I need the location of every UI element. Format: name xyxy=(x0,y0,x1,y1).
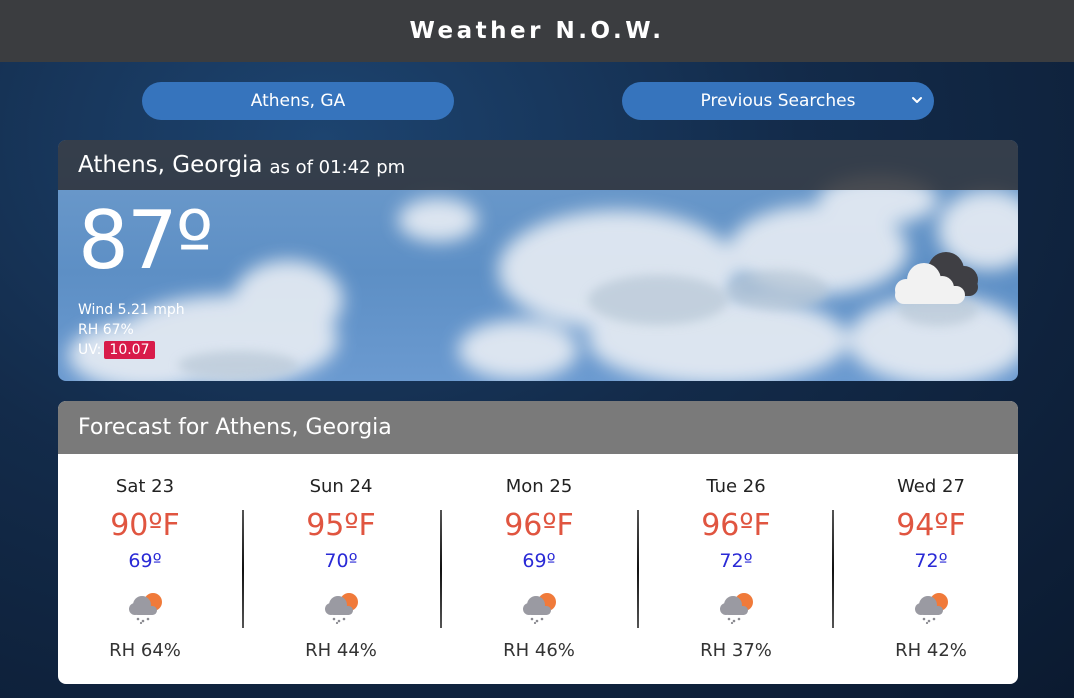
current-stats: Wind 5.21 mph RH 67% UV: 10.07 xyxy=(78,300,185,360)
app-title: Weather N.O.W. xyxy=(409,18,665,44)
forecast-day-name: Tue 26 xyxy=(706,476,766,497)
forecast-high-temp: 96ºF xyxy=(504,508,574,543)
rain-sun-icon xyxy=(915,593,948,624)
rain-sun-icon xyxy=(523,593,556,624)
forecast-divider xyxy=(242,510,244,628)
forecast-low-temp: 70º xyxy=(324,550,358,572)
forecast-low-temp: 72º xyxy=(719,550,753,572)
forecast-day-name: Mon 25 xyxy=(505,476,573,497)
as-of-time: as of 01:42 pm xyxy=(269,156,406,178)
forecast-humidity: RH 64% xyxy=(109,640,181,661)
current-weather-header: Athens, Georgia as of 01:42 pm xyxy=(58,140,1018,190)
forecast-day: Sun 24 95ºF 70º RH 44% xyxy=(254,454,428,684)
forecast-humidity: RH 37% xyxy=(700,640,772,661)
forecast-high-temp: 94ºF xyxy=(896,508,966,543)
uv-index-badge: 10.07 xyxy=(104,341,155,359)
cloudy-icon xyxy=(895,252,978,304)
previous-searches-label: Previous Searches xyxy=(700,91,856,111)
current-city-name: Athens, Georgia xyxy=(78,152,263,178)
rain-sun-icon xyxy=(720,593,753,624)
current-weather-card: Athens, Georgia as of 01:42 pm 87º Wind … xyxy=(58,140,1018,381)
forecast-card: Forecast for Athens, Georgia Sat 23 90ºF… xyxy=(58,401,1018,684)
forecast-humidity: RH 46% xyxy=(503,640,575,661)
uv-index-row: UV: 10.07 xyxy=(78,340,185,360)
forecast-low-temp: 72º xyxy=(914,550,948,572)
app-header: Weather N.O.W. xyxy=(0,0,1074,62)
forecast-day: Tue 26 96ºF 72º RH 37% xyxy=(649,454,823,684)
forecast-low-temp: 69º xyxy=(128,550,162,572)
forecast-day-name: Wed 27 xyxy=(897,476,965,497)
forecast-day: Mon 25 96ºF 69º RH 46% xyxy=(452,454,626,684)
chevron-down-icon xyxy=(912,97,922,103)
current-temperature: 87º xyxy=(78,194,213,287)
forecast-day-name: Sat 23 xyxy=(115,476,175,497)
forecast-day: Wed 27 94ºF 72º RH 42% xyxy=(844,454,1018,684)
forecast-day: Sat 23 90ºF 69º RH 64% xyxy=(58,454,232,684)
forecast-divider xyxy=(440,510,442,628)
forecast-divider xyxy=(832,510,834,628)
rain-sun-icon xyxy=(325,593,358,624)
forecast-high-temp: 95ºF xyxy=(306,508,376,543)
wind-speed: Wind 5.21 mph xyxy=(78,302,185,318)
rain-sun-icon xyxy=(129,593,162,624)
previous-searches-select[interactable]: Previous Searches xyxy=(622,82,934,120)
city-search-input[interactable]: Athens, GA xyxy=(142,82,454,120)
forecast-humidity: RH 44% xyxy=(305,640,377,661)
uv-label: UV: xyxy=(78,342,102,358)
forecast-day-name: Sun 24 xyxy=(309,476,373,497)
forecast-header: Forecast for Athens, Georgia xyxy=(58,401,1018,454)
forecast-divider xyxy=(637,510,639,628)
city-search-value: Athens, GA xyxy=(250,91,346,111)
relative-humidity: RH 67% xyxy=(78,322,134,338)
forecast-high-temp: 90ºF xyxy=(110,508,180,543)
forecast-low-temp: 69º xyxy=(522,550,556,572)
forecast-humidity: RH 42% xyxy=(895,640,967,661)
forecast-high-temp: 96ºF xyxy=(701,508,771,543)
forecast-title: Forecast for Athens, Georgia xyxy=(78,415,392,440)
